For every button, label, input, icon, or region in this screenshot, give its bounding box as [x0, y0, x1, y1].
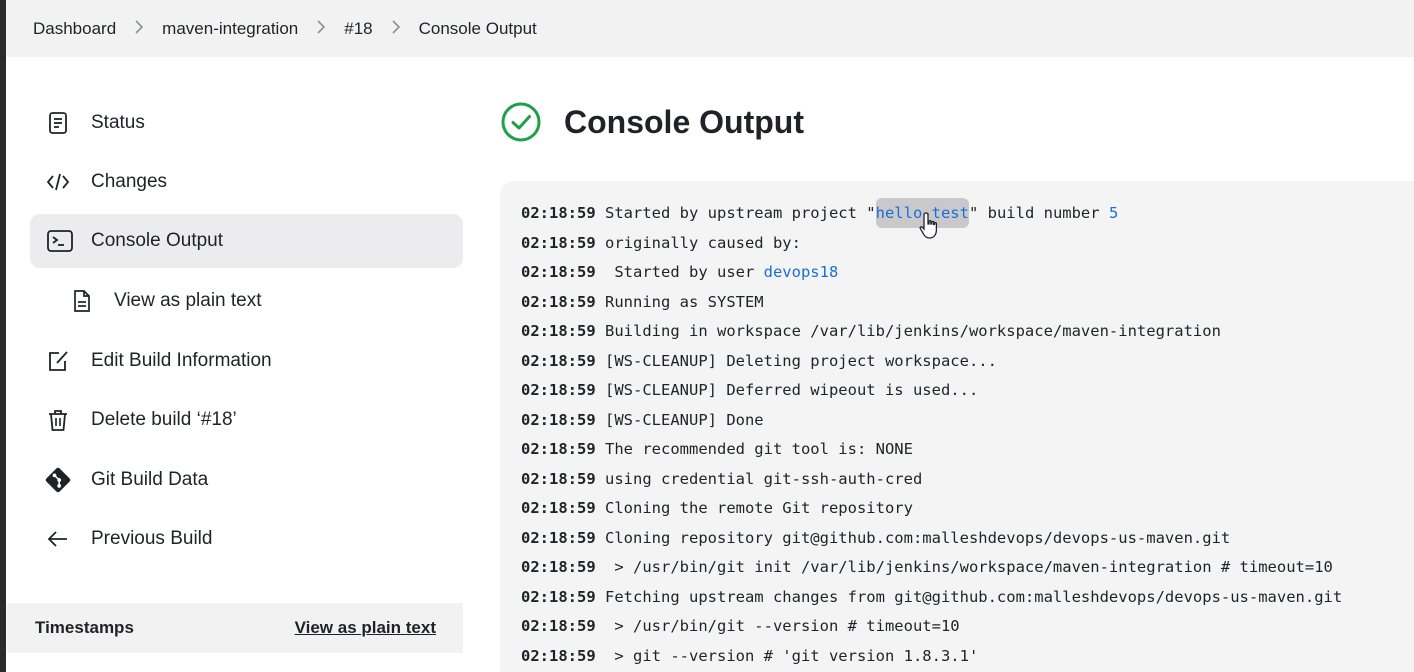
- build-number-link[interactable]: 5: [1109, 204, 1118, 222]
- console-timestamp: 02:18:59: [521, 322, 596, 340]
- file-text-icon: [74, 290, 90, 312]
- console-timestamp: 02:18:59: [521, 528, 596, 547]
- breadcrumb-dashboard[interactable]: Dashboard: [33, 19, 116, 39]
- console-line: 02:18:59 using credential git-ssh-auth-c…: [521, 465, 1342, 495]
- console-line: 02:18:59 [WS-CLEANUP] Deleting project w…: [521, 347, 1342, 377]
- console-line: 02:18:59 > /usr/bin/git --version # time…: [521, 612, 1342, 642]
- sidebar-item-view-plain-text[interactable]: View as plain text: [30, 274, 463, 328]
- console-timestamp: 02:18:59: [521, 292, 596, 311]
- console-timestamp: 02:18:59: [521, 263, 596, 281]
- console-lines: 02:18:59 Started by upstream project "he…: [521, 198, 1342, 672]
- console-line: 02:18:59 Started by user devops18: [521, 258, 1342, 288]
- console-timestamp: 02:18:59: [521, 617, 596, 635]
- console-timestamp: 02:18:59: [521, 587, 596, 606]
- console-timestamp: 02:18:59: [521, 204, 596, 222]
- console-text: Cloning repository git@github.com:malles…: [605, 528, 1231, 547]
- console-text: > /usr/bin/git --version # timeout=10: [605, 617, 960, 635]
- trash-icon: [49, 410, 67, 431]
- sidebar-item-git-build-data[interactable]: Git Build Data: [30, 453, 463, 507]
- console-timestamp: 02:18:59: [521, 499, 596, 517]
- sidebar-item-label: Console Output: [91, 230, 224, 251]
- page-title: Console Output: [564, 103, 804, 140]
- console-text: using credential git-ssh-auth-cred: [605, 469, 923, 488]
- sidebar-item-status[interactable]: Status: [30, 96, 463, 150]
- console-line: 02:18:59 The recommended git tool is: NO…: [521, 435, 1342, 465]
- user-link[interactable]: devops18: [764, 263, 839, 281]
- console-line: 02:18:59 [WS-CLEANUP] Deferred wipeout i…: [521, 376, 1342, 406]
- console-text: Started by upstream project ": [605, 204, 876, 222]
- sidebar-item-label: Delete build ‘#18’: [91, 409, 237, 430]
- console-text: originally caused by:: [605, 233, 801, 252]
- console-line: 02:18:59 Fetching upstream changes from …: [521, 583, 1342, 613]
- breadcrumb-job[interactable]: maven-integration: [162, 19, 298, 39]
- console-timestamp: 02:18:59: [521, 440, 596, 458]
- console-text: Started by user: [605, 263, 764, 281]
- console-text: " build number: [968, 204, 1109, 222]
- edit-icon: [49, 351, 68, 371]
- sidebar-item-label: View as plain text: [114, 290, 262, 311]
- arrow-left-icon: [47, 531, 67, 547]
- console-timestamp: 02:18:59: [521, 469, 596, 488]
- console-timestamp: 02:18:59: [521, 646, 596, 665]
- console-line: 02:18:59 [WS-CLEANUP] Done: [521, 406, 1342, 436]
- sidebar-item-label: Status: [91, 112, 145, 133]
- timestamps-plain-text-link[interactable]: View as plain text: [295, 618, 436, 638]
- console-text: Running as SYSTEM: [605, 292, 764, 311]
- console-line: 02:18:59 Cloning the remote Git reposito…: [521, 494, 1342, 524]
- console-line: 02:18:59 > /usr/bin/git init /var/lib/je…: [521, 553, 1342, 583]
- console-output-panel: 02:18:59 Started by upstream project "he…: [500, 181, 1414, 672]
- document-icon: [49, 112, 67, 134]
- console-text: [WS-CLEANUP] Deferred wipeout is used...: [605, 381, 979, 399]
- console-timestamp: 02:18:59: [521, 410, 596, 429]
- sidebar-item-label: Previous Build: [91, 528, 213, 549]
- console-text: [WS-CLEANUP] Done: [605, 410, 764, 429]
- timestamps-title: Timestamps: [35, 618, 134, 637]
- console-text: > /usr/bin/git init /var/lib/jenkins/wor…: [605, 558, 1333, 576]
- breadcrumb-separator-icon: [134, 19, 144, 38]
- window-edge: [0, 0, 6, 672]
- sidebar-item-label: Changes: [91, 171, 168, 192]
- sidebar-item-label: Git Build Data: [91, 469, 209, 490]
- console-line: 02:18:59 Cloning repository git@github.c…: [521, 524, 1342, 554]
- console-text: The recommended git tool is: NONE: [605, 440, 913, 458]
- console-text: [WS-CLEANUP] Deleting project workspace.…: [605, 351, 997, 370]
- success-check-icon: [501, 102, 541, 142]
- hand-pointer-cursor-icon: [919, 212, 938, 239]
- sidebar-item-label: Edit Build Information: [91, 350, 272, 371]
- console-text: Cloning the remote Git repository: [605, 499, 913, 517]
- console-line: 02:18:59 > git --version # 'git version …: [521, 642, 1342, 672]
- breadcrumb-build[interactable]: #18: [344, 19, 372, 39]
- console-text: > git --version # 'git version 1.8.3.1': [605, 646, 979, 665]
- sidebar-item-edit-build-info[interactable]: Edit Build Information: [30, 334, 463, 388]
- console-timestamp: 02:18:59: [521, 558, 596, 576]
- console-timestamp: 02:18:59: [521, 233, 596, 252]
- git-icon: [45, 467, 71, 493]
- breadcrumb: Dashboard maven-integration #18 Console …: [6, 0, 1414, 57]
- page-header: Console Output: [500, 99, 804, 145]
- sidebar-item-previous-build[interactable]: Previous Build: [30, 512, 463, 566]
- sidebar-item-changes[interactable]: Changes: [30, 155, 463, 209]
- breadcrumb-console-output[interactable]: Console Output: [419, 19, 537, 39]
- terminal-icon: [47, 230, 73, 252]
- console-timestamp: 02:18:59: [521, 381, 596, 399]
- console-line: 02:18:59 Running as SYSTEM: [521, 288, 1342, 318]
- sidebar-item-console-output[interactable]: Console Output: [30, 214, 463, 268]
- console-text: Building in workspace /var/lib/jenkins/w…: [605, 322, 1221, 340]
- breadcrumb-separator-icon: [316, 19, 326, 38]
- breadcrumb-separator-icon: [391, 19, 401, 38]
- timestamps-panel: Timestamps View as plain text: [7, 603, 463, 653]
- console-timestamp: 02:18:59: [521, 351, 596, 370]
- console-line: 02:18:59 Building in workspace /var/lib/…: [521, 317, 1342, 347]
- console-text: Fetching upstream changes from git@githu…: [605, 587, 1343, 606]
- code-icon: [46, 173, 70, 191]
- sidebar-item-delete-build[interactable]: Delete build ‘#18’: [30, 393, 463, 447]
